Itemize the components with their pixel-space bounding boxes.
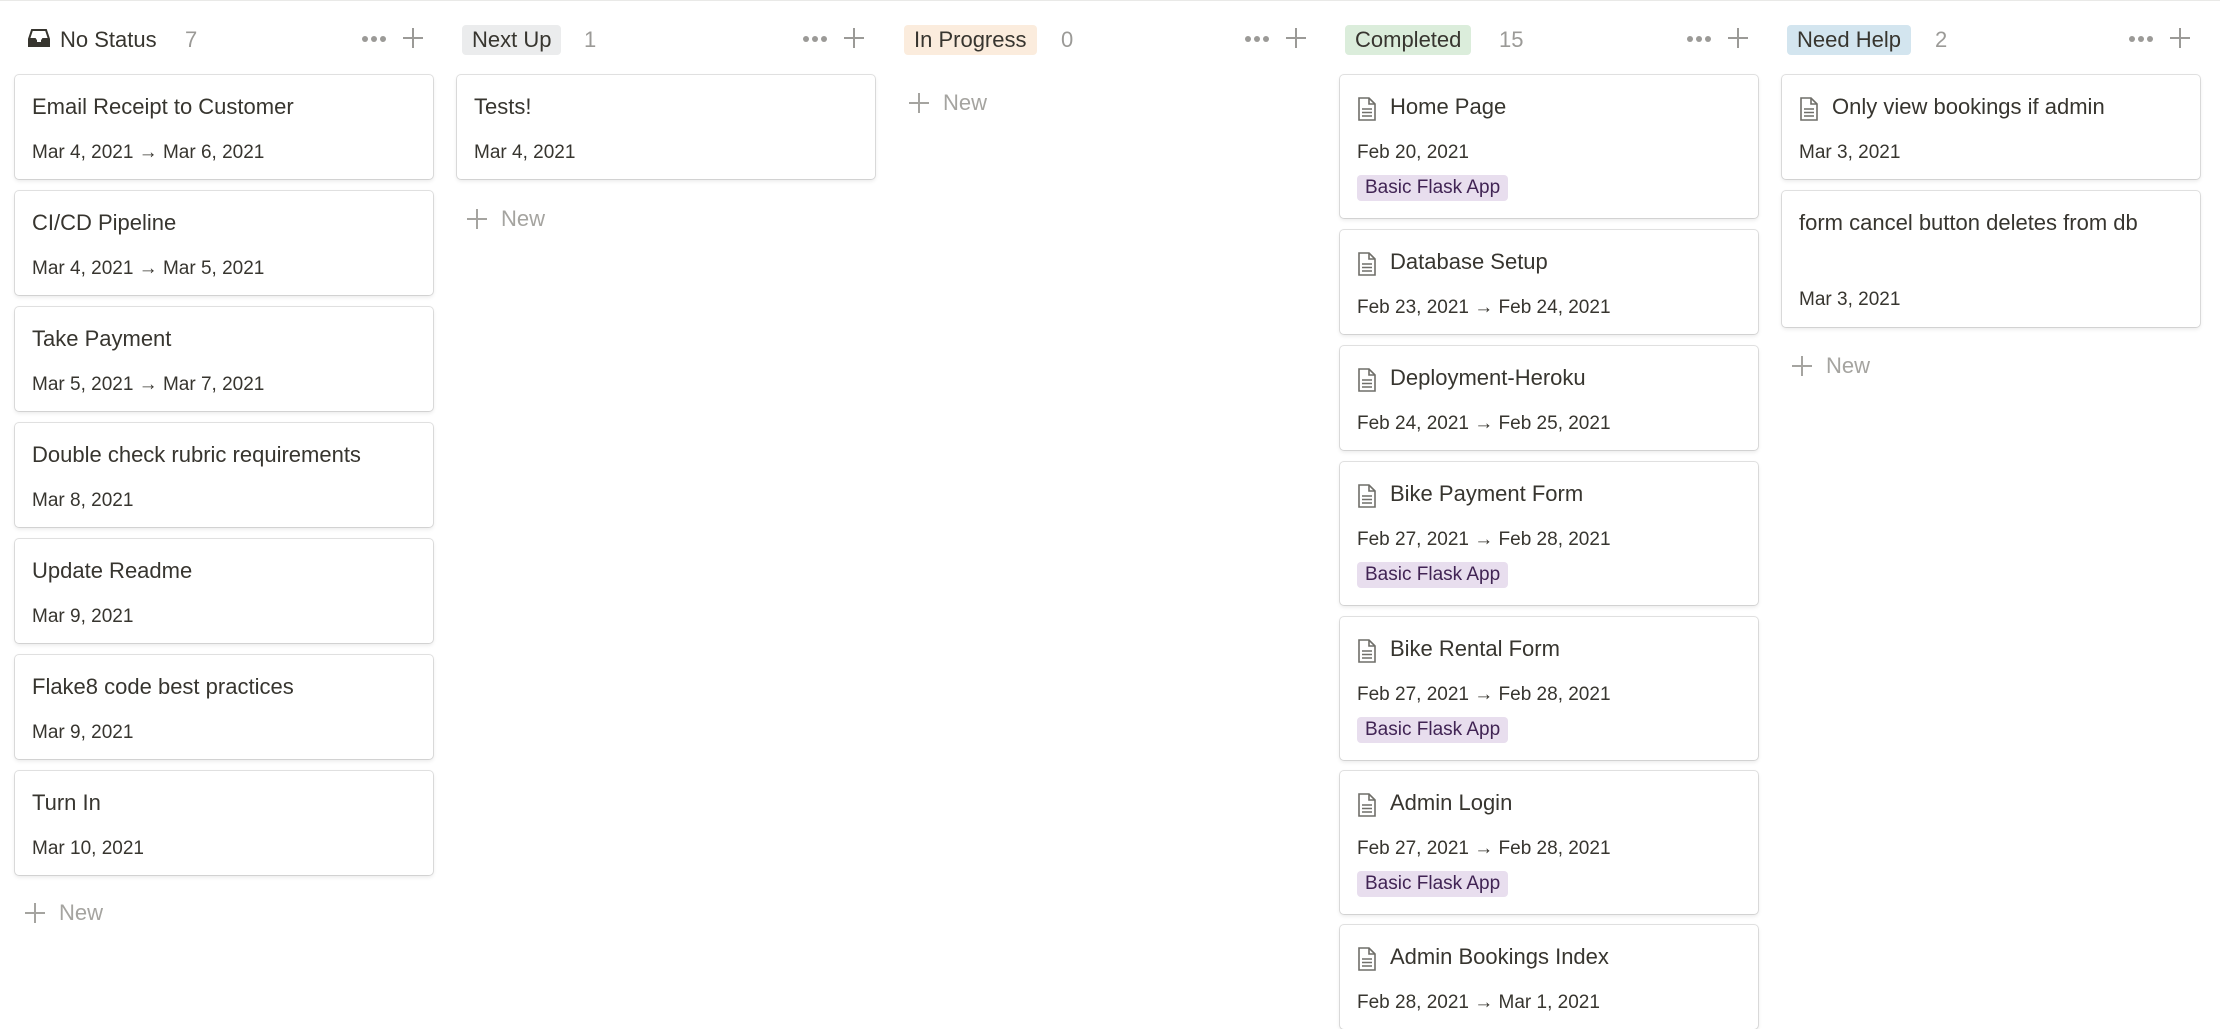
card-date: Feb 27, 2021 → Feb 28, 2021 <box>1357 529 1611 550</box>
page-icon <box>1800 97 1818 121</box>
card-date: Mar 4, 2021 <box>474 142 576 163</box>
page-icon <box>1358 484 1376 508</box>
column-title[interactable]: Completed <box>1345 25 1472 55</box>
board-card[interactable]: Home Page Feb 20, 2021 Basic Flask App <box>1340 75 1758 218</box>
column-header: Next Up 1 <box>457 22 877 58</box>
card-date: Mar 10, 2021 <box>32 838 144 859</box>
column-title[interactable]: No Status <box>60 25 157 55</box>
project-tag: Basic Flask App <box>1357 871 1509 897</box>
card-title: Bike Payment Form <box>1390 481 1584 506</box>
card-title: Deployment-Heroku <box>1390 365 1586 390</box>
card-date: Feb 23, 2021 → Feb 24, 2021 <box>1357 297 1611 318</box>
board-card[interactable]: Turn In Mar 10, 2021 <box>15 771 433 875</box>
add-card-icon[interactable] <box>402 27 424 49</box>
more-options-icon[interactable] <box>362 36 388 44</box>
page-icon <box>1358 252 1376 276</box>
card-date: Mar 3, 2021 <box>1799 289 1901 310</box>
board-card[interactable]: CI/CD Pipeline Mar 4, 2021 → Mar 5, 2021 <box>15 191 433 295</box>
card-title: Only view bookings if admin <box>1832 94 2105 119</box>
page-icon <box>1358 639 1376 663</box>
top-divider <box>0 0 2220 1</box>
card-title: Admin Login <box>1390 790 1513 815</box>
card-title: Tests! <box>474 94 532 119</box>
card-date: Mar 9, 2021 <box>32 722 134 743</box>
card-date: Mar 8, 2021 <box>32 490 134 511</box>
column-header: Need Help 2 <box>1782 22 2202 58</box>
card-date: Mar 9, 2021 <box>32 606 134 627</box>
more-options-icon[interactable] <box>2129 36 2155 44</box>
card-title: Database Setup <box>1390 249 1548 274</box>
plus-icon <box>467 209 487 229</box>
column-header: In Progress 0 <box>899 22 1319 58</box>
board-card[interactable]: Double check rubric requirements Mar 8, … <box>15 423 433 527</box>
new-card-label: New <box>501 206 546 231</box>
card-title: Turn In <box>32 790 101 815</box>
project-tag: Basic Flask App <box>1357 717 1509 743</box>
column-count: 2 <box>1935 27 1948 52</box>
board-card[interactable]: Admin Bookings Index Feb 28, 2021 → Mar … <box>1340 925 1758 1029</box>
new-card-label: New <box>1826 353 1871 378</box>
page-icon <box>1358 97 1376 121</box>
column-count: 15 <box>1499 27 1524 52</box>
column-title[interactable]: Next Up <box>462 25 562 55</box>
card-title: CI/CD Pipeline <box>32 210 177 235</box>
card-date: Mar 5, 2021 → Mar 7, 2021 <box>32 374 265 395</box>
plus-icon <box>1792 356 1812 376</box>
card-date: Feb 27, 2021 → Feb 28, 2021 <box>1357 838 1611 859</box>
more-options-icon[interactable] <box>1245 36 1271 44</box>
page-icon <box>1358 947 1376 971</box>
plus-icon <box>25 903 45 923</box>
board-card[interactable]: Tests! Mar 4, 2021 <box>457 75 875 179</box>
project-tag: Basic Flask App <box>1357 175 1509 201</box>
add-card-icon[interactable] <box>1727 27 1749 49</box>
card-title: Take Payment <box>32 326 172 351</box>
card-date: Feb 28, 2021 → Mar 1, 2021 <box>1357 992 1600 1013</box>
column-count: 1 <box>584 27 597 52</box>
card-title: Admin Bookings Index <box>1390 944 1609 969</box>
card-title: Home Page <box>1390 94 1507 119</box>
new-card-label: New <box>943 90 988 115</box>
card-date: Feb 27, 2021 → Feb 28, 2021 <box>1357 684 1611 705</box>
board-card[interactable]: Admin Login Feb 27, 2021 → Feb 28, 2021 … <box>1340 771 1758 914</box>
card-title: Double check rubric requirements <box>32 442 361 467</box>
board-card[interactable]: Bike Rental Form Feb 27, 2021 → Feb 28, … <box>1340 617 1758 760</box>
more-options-icon[interactable] <box>803 36 829 44</box>
column-title[interactable]: Need Help <box>1787 25 1911 55</box>
add-card-icon[interactable] <box>2169 27 2191 49</box>
column-header: Completed 15 <box>1340 22 1760 58</box>
plus-icon <box>909 93 929 113</box>
column-count: 0 <box>1061 27 1074 52</box>
card-date: Mar 4, 2021 → Mar 6, 2021 <box>32 142 265 163</box>
project-tag: Basic Flask App <box>1357 562 1509 588</box>
board-card[interactable]: Take Payment Mar 5, 2021 → Mar 7, 2021 <box>15 307 433 411</box>
board-card[interactable]: Flake8 code best practices Mar 9, 2021 <box>15 655 433 759</box>
card-date: Feb 20, 2021 <box>1357 142 1469 163</box>
board-card[interactable]: Database Setup Feb 23, 2021 → Feb 24, 20… <box>1340 230 1758 334</box>
more-options-icon[interactable] <box>1687 36 1713 44</box>
new-card-label: New <box>59 900 104 925</box>
add-card-icon[interactable] <box>1285 27 1307 49</box>
page-icon <box>1358 793 1376 817</box>
add-card-icon[interactable] <box>843 27 865 49</box>
board-card[interactable]: Deployment-Heroku Feb 24, 2021 → Feb 25,… <box>1340 346 1758 450</box>
card-title: form cancel button deletes from db <box>1799 210 2138 235</box>
card-date: Feb 24, 2021 → Feb 25, 2021 <box>1357 413 1611 434</box>
board-card[interactable]: form cancel button deletes from db Mar 3… <box>1782 191 2200 327</box>
board-card[interactable]: Bike Payment Form Feb 27, 2021 → Feb 28,… <box>1340 462 1758 605</box>
board-card[interactable]: Only view bookings if admin Mar 3, 2021 <box>1782 75 2200 179</box>
card-title: Update Readme <box>32 558 193 583</box>
card-title: Email Receipt to Customer <box>32 94 294 119</box>
column-count: 7 <box>185 27 198 52</box>
page-icon <box>1358 368 1376 392</box>
column-title[interactable]: In Progress <box>904 25 1037 55</box>
card-date: Mar 4, 2021 → Mar 5, 2021 <box>32 258 265 279</box>
board-card[interactable]: Update Readme Mar 9, 2021 <box>15 539 433 643</box>
card-date: Mar 3, 2021 <box>1799 142 1901 163</box>
column-header: No Status 7 <box>15 22 435 58</box>
inbox-icon <box>28 29 50 47</box>
card-title: Flake8 code best practices <box>32 674 294 699</box>
board-card[interactable]: Email Receipt to Customer Mar 4, 2021 → … <box>15 75 433 179</box>
card-title: Bike Rental Form <box>1390 636 1560 661</box>
